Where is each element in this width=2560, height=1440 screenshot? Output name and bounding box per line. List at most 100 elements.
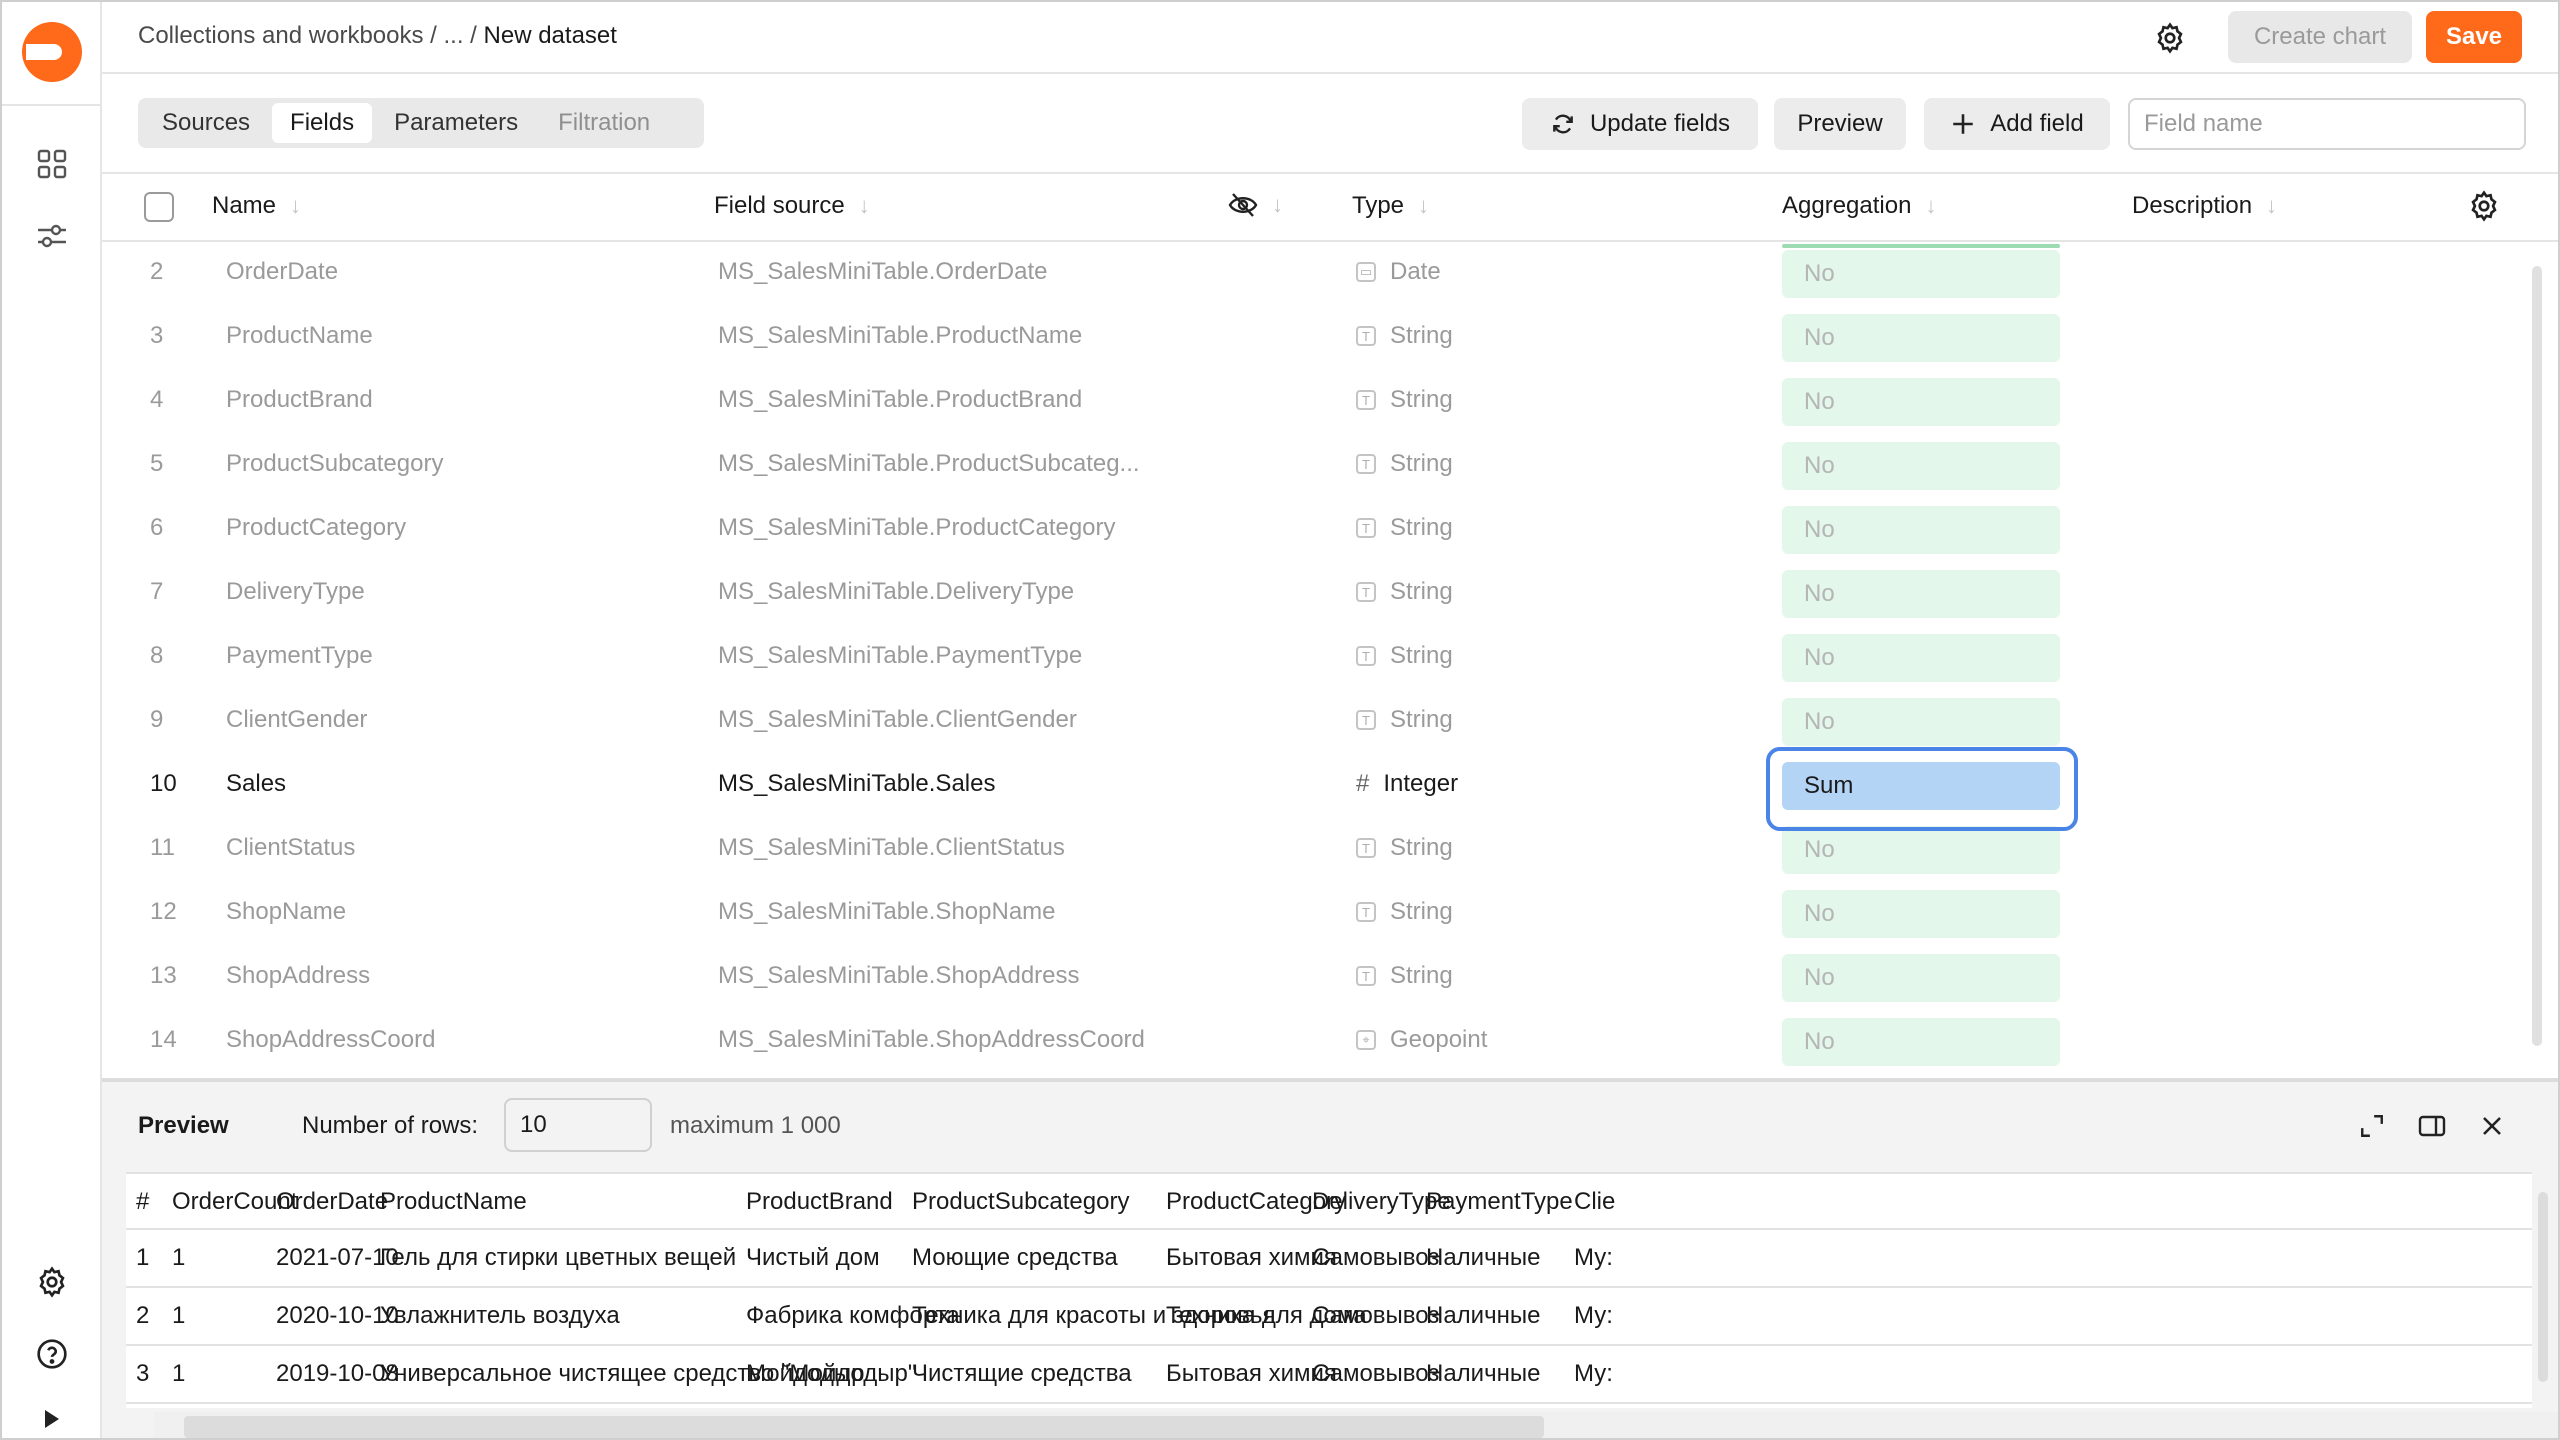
field-source[interactable]: MS_SalesMiniTable.ShopAddressCoord bbox=[718, 1026, 1145, 1054]
aggregation-select[interactable]: No bbox=[1782, 1018, 2060, 1066]
aggregation-select[interactable]: No bbox=[1782, 954, 2060, 1002]
breadcrumb-root[interactable]: Collections and workbooks bbox=[138, 22, 423, 49]
field-name[interactable]: ShopAddress bbox=[226, 962, 370, 990]
grid-icon[interactable] bbox=[32, 144, 72, 184]
column-header-type[interactable]: Type ↓ bbox=[1352, 192, 1429, 220]
field-name[interactable]: ProductBrand bbox=[226, 386, 373, 414]
fields-vertical-scrollbar[interactable] bbox=[2528, 242, 2546, 1078]
field-row[interactable]: 2 OrderDate MS_SalesMiniTable.OrderDate ▭ Da… bbox=[102, 242, 2526, 306]
field-source[interactable]: MS_SalesMiniTable.ProductName bbox=[718, 322, 1082, 350]
aggregation-select[interactable]: Sum bbox=[1782, 762, 2060, 810]
field-type[interactable]: T String bbox=[1356, 322, 1453, 350]
column-header-description[interactable]: Description ↓ bbox=[2132, 192, 2277, 220]
dataset-settings-gear-icon[interactable] bbox=[2150, 18, 2190, 58]
aggregation-select[interactable]: No bbox=[1782, 698, 2060, 746]
update-fields-button[interactable]: Update fields bbox=[1522, 98, 1758, 150]
field-row[interactable]: 12 ShopName MS_SalesMiniTable.ShopName T Str… bbox=[102, 882, 2526, 946]
field-name[interactable]: ProductSubcategory bbox=[226, 450, 443, 478]
field-type[interactable]: T String bbox=[1356, 834, 1453, 862]
tab-sources[interactable]: Sources bbox=[144, 103, 268, 143]
tab-filtration[interactable]: Filtration bbox=[540, 103, 668, 143]
field-name[interactable]: DeliveryType bbox=[226, 578, 365, 606]
field-source[interactable]: MS_SalesMiniTable.Sales bbox=[718, 770, 995, 798]
scrollbar-thumb[interactable] bbox=[2538, 1192, 2548, 1382]
field-row[interactable]: 8 PaymentType MS_SalesMiniTable.PaymentTyp… bbox=[102, 626, 2526, 690]
tab-parameters[interactable]: Parameters bbox=[376, 103, 536, 143]
aggregation-select[interactable]: No bbox=[1782, 378, 2060, 426]
field-source[interactable]: MS_SalesMiniTable.ProductSubcateg... bbox=[718, 450, 1140, 478]
rows-count-input[interactable] bbox=[504, 1098, 652, 1152]
field-name[interactable]: OrderDate bbox=[226, 258, 338, 286]
select-all-checkbox[interactable] bbox=[144, 192, 174, 222]
field-type[interactable]: T String bbox=[1356, 578, 1453, 606]
field-row[interactable]: 6 ProductCategory MS_SalesMiniTable.Produc… bbox=[102, 498, 2526, 562]
aggregation-select[interactable]: No bbox=[1782, 634, 2060, 682]
logo-icon[interactable] bbox=[20, 20, 84, 84]
field-type[interactable]: T String bbox=[1356, 962, 1453, 990]
fullscreen-icon[interactable] bbox=[2352, 1106, 2392, 1146]
aggregation-select[interactable]: No bbox=[1782, 506, 2060, 554]
field-type[interactable]: T String bbox=[1356, 514, 1453, 542]
field-source[interactable]: MS_SalesMiniTable.ClientStatus bbox=[718, 834, 1065, 862]
field-source[interactable]: MS_SalesMiniTable.PaymentType bbox=[718, 642, 1082, 670]
aggregation-select[interactable]: No bbox=[1782, 890, 2060, 938]
settings-gear-icon[interactable] bbox=[32, 1262, 72, 1302]
column-header-visibility[interactable]: ↓ bbox=[1228, 192, 1283, 218]
preview-vertical-scrollbar[interactable] bbox=[2532, 1172, 2552, 1408]
field-row[interactable]: 7 DeliveryType MS_SalesMiniTable.DeliveryT… bbox=[102, 562, 2526, 626]
field-type[interactable]: # Integer bbox=[1356, 770, 1458, 798]
aggregation-select[interactable]: No bbox=[1782, 826, 2060, 874]
field-row[interactable]: 3 ProductName MS_SalesMiniTable.ProductNam… bbox=[102, 306, 2526, 370]
breadcrumb-ellipsis[interactable]: ... bbox=[444, 22, 464, 49]
table-settings-gear-icon[interactable] bbox=[2468, 190, 2500, 222]
sliders-icon[interactable] bbox=[32, 216, 72, 256]
column-header-source[interactable]: Field source ↓ bbox=[714, 192, 870, 220]
field-name[interactable]: ProductCategory bbox=[226, 514, 406, 542]
field-row[interactable]: 4 ProductBrand MS_SalesMiniTable.ProductBr… bbox=[102, 370, 2526, 434]
field-row[interactable]: 10 Sales MS_SalesMiniTable.Sales # Integer Su… bbox=[102, 754, 2526, 818]
aggregation-select[interactable]: No bbox=[1782, 570, 2060, 618]
create-chart-button[interactable]: Create chart bbox=[2228, 11, 2412, 63]
expand-rail-icon[interactable] bbox=[32, 1402, 72, 1436]
field-name[interactable]: ClientStatus bbox=[226, 834, 355, 862]
field-type[interactable]: ⌖ Geopoint bbox=[1356, 1026, 1487, 1054]
field-type[interactable]: T String bbox=[1356, 386, 1453, 414]
field-type[interactable]: T String bbox=[1356, 898, 1453, 926]
field-name[interactable]: Sales bbox=[226, 770, 286, 798]
save-button[interactable]: Save bbox=[2426, 11, 2522, 63]
preview-horizontal-scrollbar[interactable] bbox=[154, 1412, 2558, 1438]
field-row[interactable]: 13 ShopAddress MS_SalesMiniTable.ShopAddre… bbox=[102, 946, 2526, 1010]
scrollbar-thumb[interactable] bbox=[184, 1416, 1544, 1438]
field-name-search-input[interactable] bbox=[2128, 98, 2526, 150]
column-header-aggregation[interactable]: Aggregation ↓ bbox=[1782, 192, 1936, 220]
field-row[interactable]: 14 ShopAddressCoord MS_SalesMiniTable.Shop… bbox=[102, 1010, 2526, 1074]
field-source[interactable]: MS_SalesMiniTable.DeliveryType bbox=[718, 578, 1074, 606]
field-row[interactable]: 5 ProductSubcategory MS_SalesMiniTable.Pro… bbox=[102, 434, 2526, 498]
field-source[interactable]: MS_SalesMiniTable.ShopName bbox=[718, 898, 1056, 926]
field-source[interactable]: MS_SalesMiniTable.OrderDate bbox=[718, 258, 1047, 286]
field-name[interactable]: ProductName bbox=[226, 322, 373, 350]
aggregation-select[interactable]: No bbox=[1782, 442, 2060, 490]
field-source[interactable]: MS_SalesMiniTable.ProductCategory bbox=[718, 514, 1116, 542]
field-name[interactable]: ShopName bbox=[226, 898, 346, 926]
field-type[interactable]: ▭ Date bbox=[1356, 258, 1441, 286]
field-type[interactable]: T String bbox=[1356, 706, 1453, 734]
aggregation-select[interactable]: No bbox=[1782, 250, 2060, 298]
field-name[interactable]: ClientGender bbox=[226, 706, 367, 734]
field-source[interactable]: MS_SalesMiniTable.ShopAddress bbox=[718, 962, 1080, 990]
help-icon[interactable] bbox=[32, 1334, 72, 1374]
preview-button[interactable]: Preview bbox=[1774, 98, 1906, 150]
field-source[interactable]: MS_SalesMiniTable.ClientGender bbox=[718, 706, 1077, 734]
add-field-button[interactable]: Add field bbox=[1924, 98, 2110, 150]
scrollbar-thumb[interactable] bbox=[2532, 266, 2542, 1046]
close-icon[interactable] bbox=[2472, 1106, 2512, 1146]
field-row[interactable]: 11 ClientStatus MS_SalesMiniTable.ClientSt… bbox=[102, 818, 2526, 882]
column-header-name[interactable]: Name ↓ bbox=[212, 192, 301, 220]
field-name[interactable]: ShopAddressCoord bbox=[226, 1026, 435, 1054]
field-source[interactable]: MS_SalesMiniTable.ProductBrand bbox=[718, 386, 1082, 414]
aggregation-select[interactable]: No bbox=[1782, 314, 2060, 362]
field-name[interactable]: PaymentType bbox=[226, 642, 373, 670]
tab-fields[interactable]: Fields bbox=[272, 103, 373, 143]
field-type[interactable]: T String bbox=[1356, 642, 1453, 670]
split-view-icon[interactable] bbox=[2412, 1106, 2452, 1146]
